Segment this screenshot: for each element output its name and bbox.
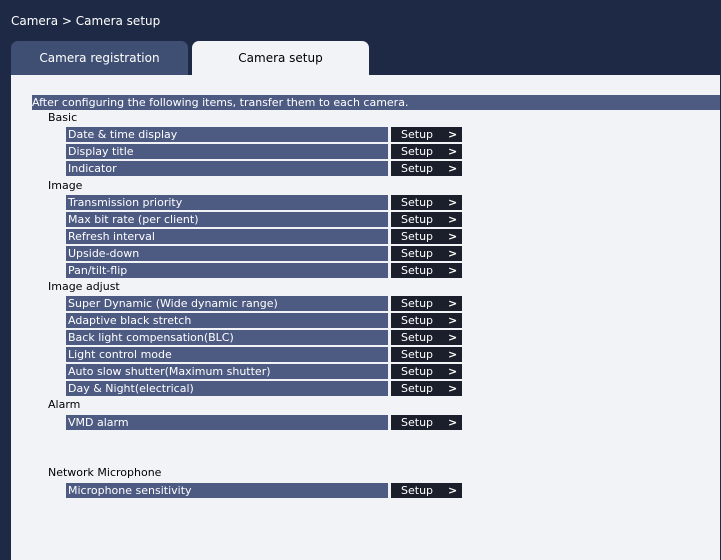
setting-label-adaptive-black-stretch: Adaptive black stretch xyxy=(66,313,388,328)
setup-button-transmission-priority[interactable]: Setup > xyxy=(391,195,462,210)
setting-label-vmd-alarm: VMD alarm xyxy=(66,415,388,430)
setup-button-light-control-mode[interactable]: Setup > xyxy=(391,347,462,362)
setting-label-display-title: Display title xyxy=(66,144,388,159)
setup-button-indicator[interactable]: Setup > xyxy=(391,161,462,176)
setting-label-transmission-priority: Transmission priority xyxy=(66,195,388,210)
setup-button-pan-tilt-flip[interactable]: Setup > xyxy=(391,263,462,278)
chevron-right-icon: > xyxy=(448,331,458,344)
setup-button-label: Setup xyxy=(401,297,434,310)
setup-button-super-dynamic[interactable]: Setup > xyxy=(391,296,462,311)
setup-button-back-light-compensation[interactable]: Setup > xyxy=(391,330,462,345)
setup-button-refresh-interval[interactable]: Setup > xyxy=(391,229,462,244)
setting-label-microphone-sensitivity: Microphone sensitivity xyxy=(66,483,388,498)
setup-button-auto-slow-shutter[interactable]: Setup > xyxy=(391,364,462,379)
setup-button-label: Setup xyxy=(401,162,434,175)
group-title-image-adjust: Image adjust xyxy=(48,280,120,293)
instruction-header: After configuring the following items, t… xyxy=(32,95,720,110)
setup-button-upside-down[interactable]: Setup > xyxy=(391,246,462,261)
setting-label-day-night: Day & Night(electrical) xyxy=(66,381,388,396)
setup-button-microphone-sensitivity[interactable]: Setup > xyxy=(391,483,462,498)
setting-label-pan-tilt-flip: Pan/tilt-flip xyxy=(66,263,388,278)
chevron-right-icon: > xyxy=(448,145,458,158)
chevron-right-icon: > xyxy=(448,314,458,327)
setup-button-label: Setup xyxy=(401,128,434,141)
tab-camera-setup[interactable]: Camera setup xyxy=(192,41,369,75)
setting-label-super-dynamic: Super Dynamic (Wide dynamic range) xyxy=(66,296,388,311)
chevron-right-icon: > xyxy=(448,230,458,243)
setup-button-vmd-alarm[interactable]: Setup > xyxy=(391,415,462,430)
setup-button-day-night[interactable]: Setup > xyxy=(391,381,462,396)
setup-button-label: Setup xyxy=(401,196,434,209)
setting-label-refresh-interval: Refresh interval xyxy=(66,229,388,244)
chevron-right-icon: > xyxy=(448,348,458,361)
chevron-right-icon: > xyxy=(448,382,458,395)
setup-button-adaptive-black-stretch[interactable]: Setup > xyxy=(391,313,462,328)
setting-label-max-bit-rate: Max bit rate (per client) xyxy=(66,212,388,227)
setup-button-label: Setup xyxy=(401,145,434,158)
setting-label-upside-down: Upside-down xyxy=(66,246,388,261)
group-title-image: Image xyxy=(48,179,83,192)
setting-label-back-light-compensation: Back light compensation(BLC) xyxy=(66,330,388,345)
setup-button-label: Setup xyxy=(401,416,434,429)
setup-button-label: Setup xyxy=(401,331,434,344)
breadcrumb: Camera > Camera setup xyxy=(11,14,161,28)
chevron-right-icon: > xyxy=(448,297,458,310)
setup-button-label: Setup xyxy=(401,484,434,497)
settings-panel: After configuring the following items, t… xyxy=(11,75,720,560)
tab-camera-registration[interactable]: Camera registration xyxy=(11,41,188,75)
setting-label-indicator: Indicator xyxy=(66,161,388,176)
setup-button-label: Setup xyxy=(401,348,434,361)
setup-button-display-title[interactable]: Setup > xyxy=(391,144,462,159)
chevron-right-icon: > xyxy=(448,213,458,226)
setup-button-max-bit-rate[interactable]: Setup > xyxy=(391,212,462,227)
setting-label-auto-slow-shutter: Auto slow shutter(Maximum shutter) xyxy=(66,364,388,379)
chevron-right-icon: > xyxy=(448,484,458,497)
chevron-right-icon: > xyxy=(448,128,458,141)
chevron-right-icon: > xyxy=(448,162,458,175)
chevron-right-icon: > xyxy=(448,196,458,209)
setup-button-label: Setup xyxy=(401,382,434,395)
chevron-right-icon: > xyxy=(448,365,458,378)
chevron-right-icon: > xyxy=(448,247,458,260)
setup-button-label: Setup xyxy=(401,213,434,226)
setting-label-light-control-mode: Light control mode xyxy=(66,347,388,362)
top-bar: Camera > Camera setup xyxy=(0,0,721,41)
setup-button-label: Setup xyxy=(401,365,434,378)
setup-button-label: Setup xyxy=(401,230,434,243)
chevron-right-icon: > xyxy=(448,416,458,429)
setup-button-label: Setup xyxy=(401,314,434,327)
group-title-alarm: Alarm xyxy=(48,398,81,411)
group-title-network-microphone: Network Microphone xyxy=(48,466,162,479)
group-title-basic: Basic xyxy=(48,111,78,124)
setup-button-label: Setup xyxy=(401,264,434,277)
chevron-right-icon: > xyxy=(448,264,458,277)
setup-button-label: Setup xyxy=(401,247,434,260)
setup-button-date-time-display[interactable]: Setup > xyxy=(391,127,462,142)
setting-label-date-time-display: Date & time display xyxy=(66,127,388,142)
